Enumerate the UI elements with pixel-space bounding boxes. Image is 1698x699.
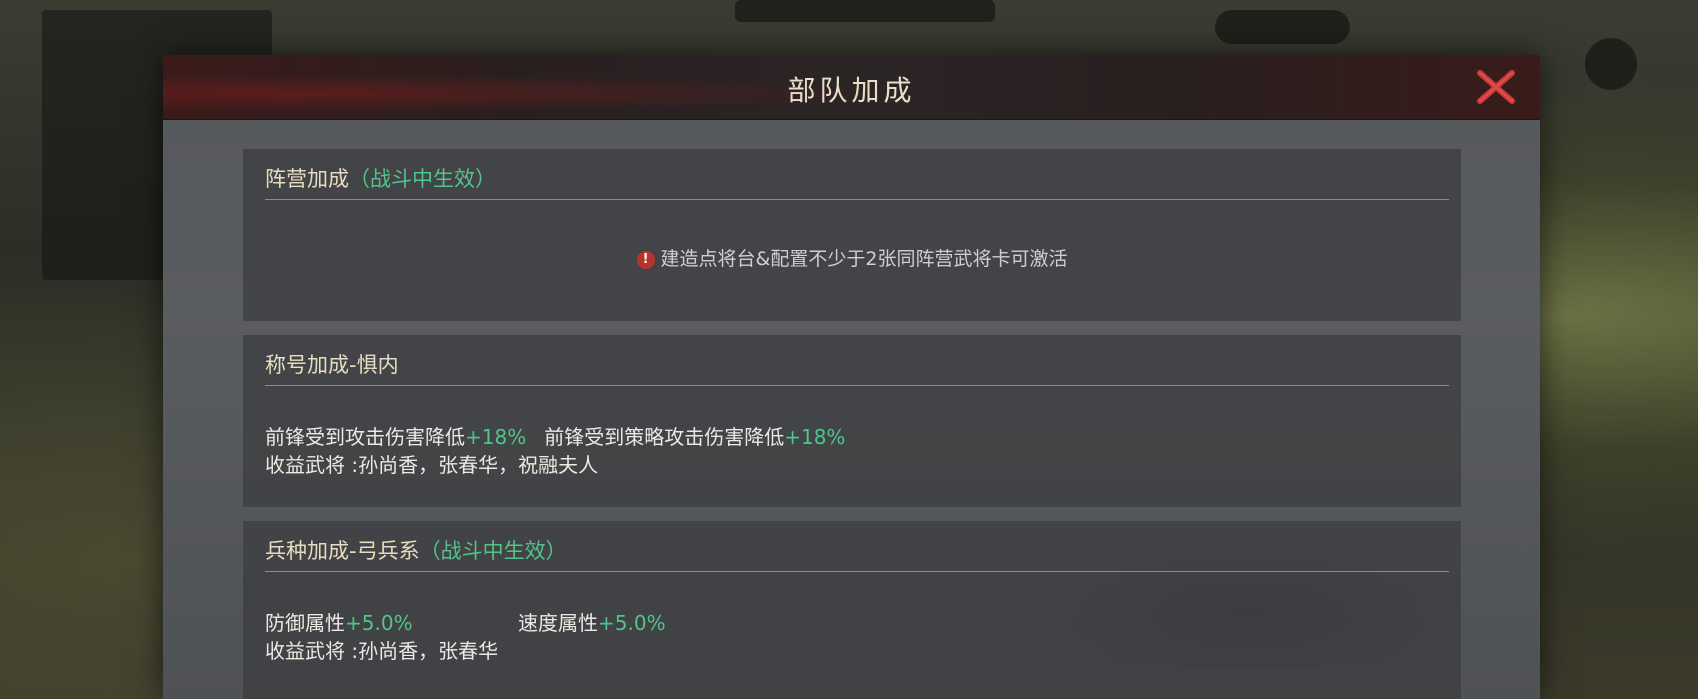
effect-label: 前锋受到策略攻击伤害降低 <box>544 425 785 449</box>
faction-bonus-section: 阵营加成（战斗中生效） ! 建造点将台&配置不少于2张同阵营武将卡可激活 <box>243 149 1461 321</box>
section-divider <box>265 385 1449 386</box>
title-bonus-section: 称号加成-惧内 前锋受到攻击伤害降低+18% 前锋受到策略攻击伤害降低+18% 收… <box>243 335 1461 507</box>
section-heading: 阵营加成（战斗中生效） <box>265 163 496 193</box>
background-round-icon <box>1585 38 1637 90</box>
effect-label: 速度属性 <box>518 611 598 635</box>
beneficiaries-line: 收益武将 :孙尚香，张春华，祝融夫人 <box>265 453 599 477</box>
section-title: 称号加成-惧内 <box>265 353 399 377</box>
effect-value: +5.0% <box>345 611 413 635</box>
dialog-title: 部队加成 <box>787 74 916 107</box>
effect-speed: 速度属性+5.0% <box>518 607 666 636</box>
effect-value: +18% <box>784 425 846 449</box>
section-note: （战斗中生效） <box>419 539 567 563</box>
background-top-bar <box>735 0 995 22</box>
effect-label: 防御属性 <box>265 611 345 635</box>
background-button <box>1215 10 1350 44</box>
section-divider <box>265 571 1449 572</box>
effects-line: 前锋受到攻击伤害降低+18% 前锋受到策略攻击伤害降低+18% <box>265 421 845 450</box>
section-heading: 兵种加成-弓兵系（战斗中生效） <box>265 535 567 565</box>
dialog-titlebar: 部队加成 <box>163 55 1540 120</box>
effect-value: +18% <box>465 425 527 449</box>
notice-text: 建造点将台&配置不少于2张同阵营武将卡可激活 <box>660 248 1068 270</box>
section-title: 兵种加成-弓兵系 <box>265 539 420 563</box>
section-heading: 称号加成-惧内 <box>265 349 399 379</box>
section-title: 阵营加成 <box>265 167 349 191</box>
close-icon[interactable] <box>1474 65 1518 109</box>
section-divider <box>265 199 1449 200</box>
effect-value: +5.0% <box>598 611 666 635</box>
effect-label: 前锋受到攻击伤害降低 <box>265 425 465 449</box>
beneficiaries-line: 收益武将 :孙尚香，张春华 <box>265 639 499 663</box>
effect-defense: 防御属性+5.0% <box>265 607 413 636</box>
section-note: （战斗中生效） <box>349 167 496 191</box>
activation-notice: ! 建造点将台&配置不少于2张同阵营武将卡可激活 <box>243 244 1461 271</box>
troop-bonus-dialog: 部队加成 阵营加成（战斗中生效） ! 建造点将台&配置不少于2张同阵营武将卡可激活… <box>163 55 1540 699</box>
troop-type-bonus-section: 兵种加成-弓兵系（战斗中生效） 防御属性+5.0% 速度属性+5.0% 收益武将… <box>243 521 1461 699</box>
exclamation-icon: ! <box>636 251 655 269</box>
